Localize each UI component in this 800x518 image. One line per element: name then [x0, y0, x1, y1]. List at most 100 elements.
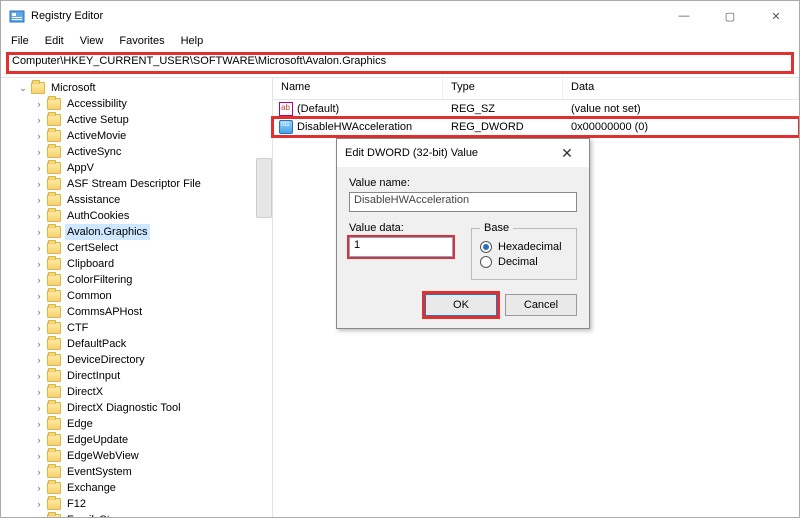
folder-icon	[31, 82, 45, 94]
tree-node[interactable]: ›ActiveMovie	[33, 128, 272, 144]
expand-icon[interactable]: ›	[33, 242, 45, 254]
tree-node[interactable]: ›CTF	[33, 320, 272, 336]
expand-icon[interactable]: ›	[33, 450, 45, 462]
tree-label: DeviceDirectory	[65, 352, 147, 368]
list-row[interactable]: DisableHWAccelerationREG_DWORD0x00000000…	[273, 118, 799, 136]
expand-icon[interactable]: ›	[33, 498, 45, 510]
tree-node[interactable]: ›ASF Stream Descriptor File	[33, 176, 272, 192]
radio-decimal[interactable]: Decimal	[480, 256, 568, 268]
ok-button[interactable]: OK	[425, 294, 497, 316]
base-legend: Base	[480, 222, 513, 234]
list-row[interactable]: (Default)REG_SZ(value not set)	[273, 100, 799, 118]
tree-node[interactable]: ›Edge	[33, 416, 272, 432]
tree-node[interactable]: › ColorFiltering	[33, 272, 272, 288]
tree-node[interactable]: › Accessibility	[33, 96, 272, 112]
tree-node[interactable]: ›CertSelect	[33, 240, 272, 256]
folder-icon	[47, 482, 61, 494]
expand-icon[interactable]: ›	[33, 274, 45, 286]
value-data-input[interactable]: 1	[349, 237, 453, 257]
tree-node[interactable]: › EdgeUpdate	[33, 432, 272, 448]
tree-node[interactable]: ›Common	[33, 288, 272, 304]
expand-icon[interactable]: ›	[33, 210, 45, 222]
cell-name: (Default)	[297, 103, 339, 115]
dialog-close-button[interactable]: ✕	[553, 145, 581, 162]
tree-node[interactable]: ›DirectX	[33, 384, 272, 400]
folder-icon	[47, 354, 61, 366]
folder-icon	[47, 514, 61, 517]
tree-node[interactable]: ›Assistance	[33, 192, 272, 208]
expand-icon[interactable]: ›	[33, 130, 45, 142]
col-data[interactable]: Data	[563, 78, 799, 99]
tree-label: EdgeUpdate	[65, 432, 130, 448]
tree-node[interactable]: ›FamilyStore	[33, 512, 272, 517]
expand-icon[interactable]: ›	[33, 354, 45, 366]
expand-icon[interactable]: ›	[33, 178, 45, 190]
expand-icon[interactable]: ›	[33, 194, 45, 206]
minimize-button[interactable]: —	[661, 1, 707, 31]
tree-node[interactable]: › EdgeWebView	[33, 448, 272, 464]
tree-node[interactable]: ›EventSystem	[33, 464, 272, 480]
menu-help[interactable]: Help	[175, 34, 210, 48]
expand-icon[interactable]: ›	[33, 290, 45, 302]
tree-node[interactable]: ›ActiveSync	[33, 144, 272, 160]
cancel-button[interactable]: Cancel	[505, 294, 577, 316]
value-data-label: Value data:	[349, 222, 453, 234]
collapse-icon[interactable]: ⌄	[17, 82, 29, 94]
menu-edit[interactable]: Edit	[39, 34, 70, 48]
menu-view[interactable]: View	[74, 34, 110, 48]
expand-icon[interactable]: ›	[33, 114, 45, 126]
tree-node[interactable]: ›DefaultPack	[33, 336, 272, 352]
expand-icon[interactable]: ›	[33, 418, 45, 430]
radio-hexadecimal[interactable]: Hexadecimal	[480, 241, 568, 253]
tree-node[interactable]: ›Avalon.Graphics	[33, 224, 272, 240]
tree-label: Accessibility	[65, 96, 129, 112]
col-name[interactable]: Name	[273, 78, 443, 99]
value-name-field[interactable]: DisableHWAcceleration	[349, 192, 577, 212]
titlebar[interactable]: Registry Editor — ▢ ✕	[1, 1, 799, 31]
expand-icon[interactable]: ›	[33, 258, 45, 270]
tree-label: ColorFiltering	[65, 272, 134, 288]
close-button[interactable]: ✕	[753, 1, 799, 31]
expand-icon[interactable]: ›	[33, 466, 45, 478]
tree-node[interactable]: ›CommsAPHost	[33, 304, 272, 320]
cell-type: REG_DWORD	[443, 121, 563, 133]
tree-node[interactable]: › DeviceDirectory	[33, 352, 272, 368]
tree-node[interactable]: › Active Setup	[33, 112, 272, 128]
expand-icon[interactable]: ›	[33, 434, 45, 446]
edit-dword-dialog: Edit DWORD (32-bit) Value ✕ Value name: …	[336, 138, 590, 329]
expand-icon[interactable]: ›	[33, 514, 45, 517]
tree-label: EdgeWebView	[65, 448, 141, 464]
expand-icon[interactable]: ›	[33, 306, 45, 318]
folder-icon	[47, 338, 61, 350]
expand-icon[interactable]: ›	[33, 226, 45, 238]
tree-node[interactable]: ›Exchange	[33, 480, 272, 496]
tree-node[interactable]: ›DirectX Diagnostic Tool	[33, 400, 272, 416]
tree-pane[interactable]: ⌄ Microsoft ›Accessibility›Active Setup›…	[1, 78, 273, 517]
expand-icon[interactable]: ›	[33, 370, 45, 382]
address-bar[interactable]: Computer\HKEY_CURRENT_USER\SOFTWARE\Micr…	[7, 53, 793, 73]
expand-icon[interactable]: ›	[33, 402, 45, 414]
expand-icon[interactable]: ›	[33, 338, 45, 350]
dialog-titlebar[interactable]: Edit DWORD (32-bit) Value ✕	[337, 139, 589, 167]
tree-node[interactable]: ›AuthCookies	[33, 208, 272, 224]
expand-icon[interactable]: ›	[33, 322, 45, 334]
tree-node[interactable]: ›AppV	[33, 160, 272, 176]
tree-node[interactable]: ›Clipboard	[33, 256, 272, 272]
maximize-button[interactable]: ▢	[707, 1, 753, 31]
cell-data: 0x00000000 (0)	[563, 121, 799, 133]
tree-node[interactable]: ›F12	[33, 496, 272, 512]
folder-icon	[47, 98, 61, 110]
tree-node[interactable]: ›DirectInput	[33, 368, 272, 384]
menu-file[interactable]: File	[5, 34, 35, 48]
expand-icon[interactable]: ›	[33, 386, 45, 398]
expand-icon[interactable]: ›	[33, 482, 45, 494]
expand-icon[interactable]: ›	[33, 146, 45, 158]
menu-favorites[interactable]: Favorites	[113, 34, 170, 48]
tree-node-microsoft[interactable]: ⌄ Microsoft	[17, 80, 272, 96]
tree-label: Active Setup	[65, 112, 131, 128]
expand-icon[interactable]: ›	[33, 162, 45, 174]
tree-scrollbar[interactable]	[256, 158, 272, 218]
folder-icon	[47, 194, 61, 206]
col-type[interactable]: Type	[443, 78, 563, 99]
expand-icon[interactable]: ›	[33, 98, 45, 110]
